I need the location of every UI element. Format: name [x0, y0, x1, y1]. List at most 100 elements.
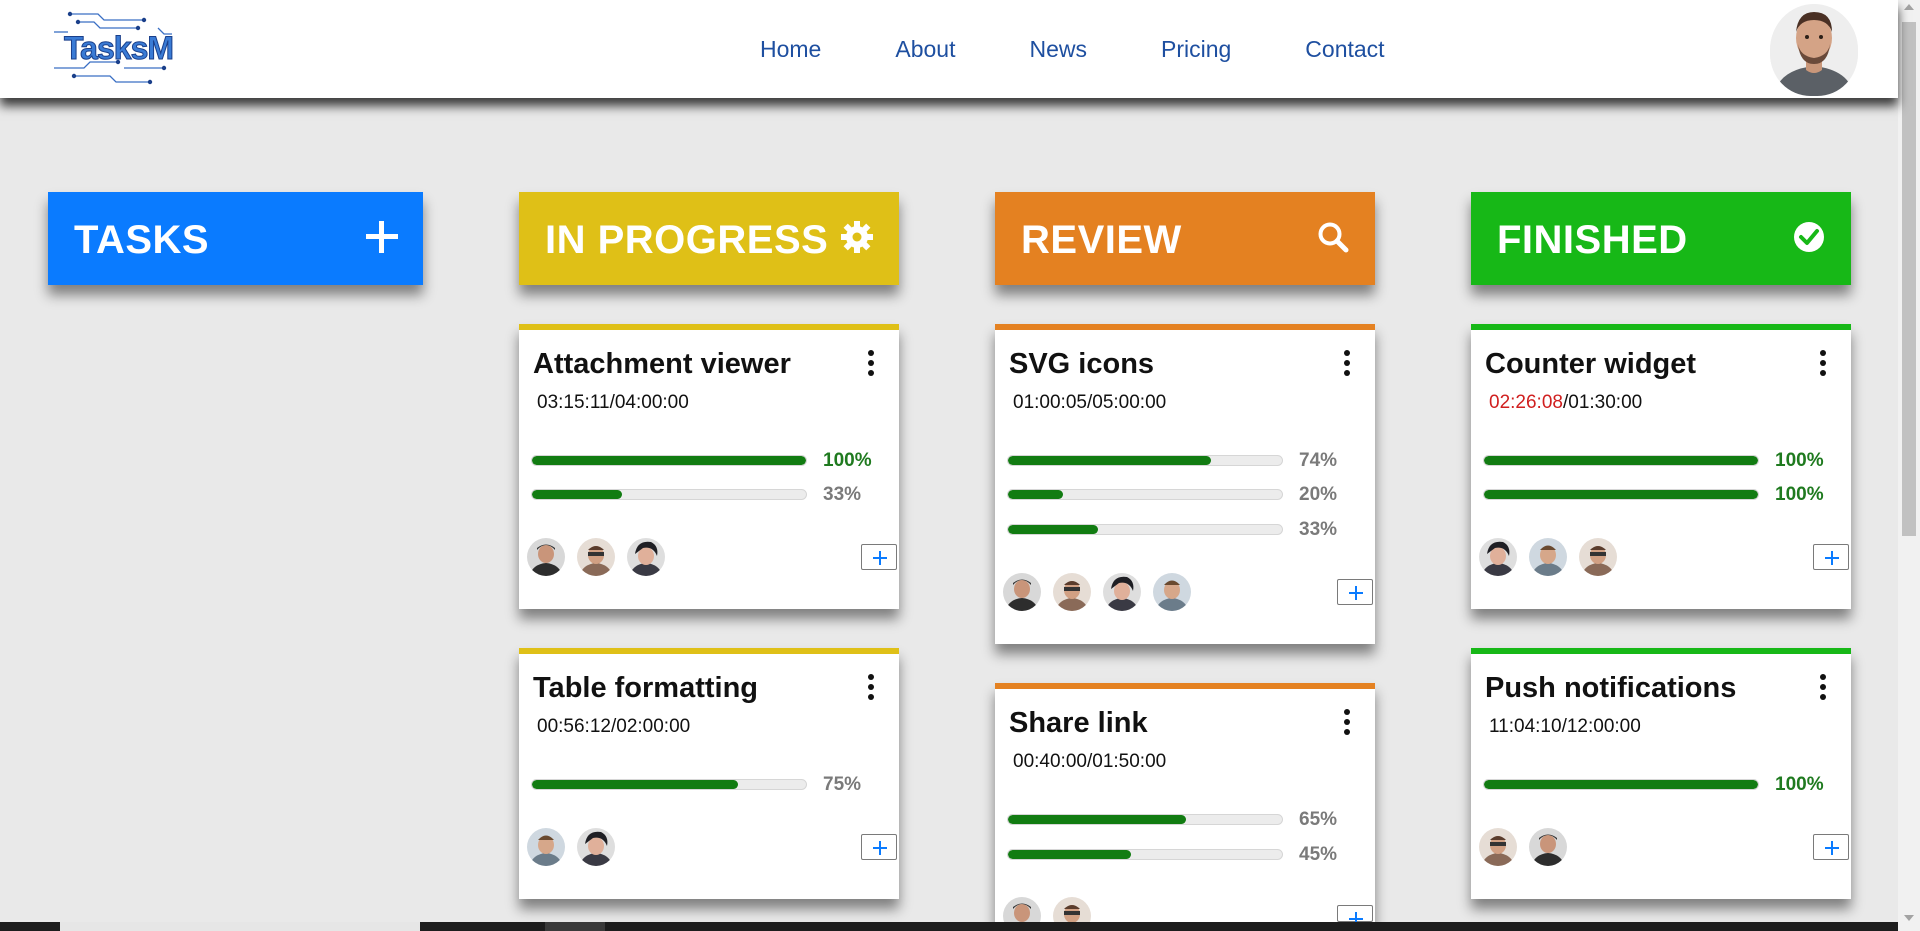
column-header-tasks: TASKS: [48, 192, 423, 285]
card-accent-bar: [519, 648, 899, 654]
assignee-list: [527, 538, 677, 578]
task-card[interactable]: Counter widget 02:26:08/01:30:00 100% 10…: [1471, 324, 1851, 609]
nav-pricing[interactable]: Pricing: [1161, 36, 1231, 63]
vertical-scrollbar[interactable]: [1898, 0, 1920, 931]
card-accent-bar: [995, 683, 1375, 689]
check-circle-icon[interactable]: [1789, 217, 1829, 257]
top-navbar: TasksM Home About News Pricing Contact: [0, 0, 1898, 98]
assignee-avatar[interactable]: [577, 538, 615, 576]
scrollbar-thumb[interactable]: [1902, 22, 1916, 536]
elapsed-time: 01:00:05: [1013, 392, 1087, 413]
card-title: Share link: [1009, 707, 1148, 739]
card-title: Counter widget: [1485, 348, 1697, 380]
nav-contact[interactable]: Contact: [1305, 36, 1384, 63]
more-vertical-icon[interactable]: [1343, 350, 1351, 378]
progress-bar: 100%: [1483, 450, 1847, 471]
add-assignee-button[interactable]: [861, 834, 897, 860]
task-card[interactable]: Push notifications 11:04:10/12:00:00 100…: [1471, 648, 1851, 899]
assignee-list: [527, 828, 627, 868]
add-task-plus-icon[interactable]: [362, 217, 402, 257]
estimate-time: /05:00:00: [1086, 392, 1167, 413]
more-vertical-icon[interactable]: [867, 350, 875, 378]
progress-percent: 100%: [1775, 484, 1824, 505]
progress-percent: 20%: [1299, 484, 1338, 505]
assignee-avatar[interactable]: [1579, 538, 1617, 576]
assignee-list: [1479, 828, 1579, 868]
task-card[interactable]: Table formatting 00:56:12/02:00:00 75%: [519, 648, 899, 899]
card-title: SVG icons: [1009, 348, 1155, 380]
search-icon[interactable]: [1313, 217, 1353, 257]
elapsed-time: 11:04:10: [1489, 716, 1562, 737]
assignee-avatar[interactable]: [1153, 573, 1191, 611]
more-vertical-icon[interactable]: [1819, 350, 1827, 378]
progress-bar: 33%: [531, 484, 895, 505]
elapsed-time: 00:40:00: [1013, 751, 1087, 772]
card-accent-bar: [1471, 648, 1851, 654]
nav-home[interactable]: Home: [760, 36, 821, 63]
more-vertical-icon[interactable]: [1819, 674, 1827, 702]
profile-avatar[interactable]: [1770, 4, 1858, 96]
column-title: FINISHED: [1497, 218, 1688, 262]
add-assignee-button[interactable]: [1813, 834, 1849, 860]
user-portrait-icon: [1770, 4, 1858, 96]
gear-icon[interactable]: [837, 217, 877, 257]
elapsed-time: 00:56:12: [537, 716, 611, 737]
add-assignee-button[interactable]: [1337, 905, 1373, 926]
add-assignee-button[interactable]: [1337, 579, 1373, 605]
card-title: Attachment viewer: [533, 348, 791, 380]
progress-bar: 100%: [1483, 484, 1847, 505]
task-card[interactable]: SVG icons 01:00:05/05:00:00 74% 20% 33%: [995, 324, 1375, 644]
bottom-taskbar-strip: [0, 922, 1898, 931]
progress-bar: 75%: [531, 774, 895, 795]
progress-percent: 33%: [1299, 519, 1338, 540]
scroll-up-icon[interactable]: [1904, 4, 1914, 10]
nav-about[interactable]: About: [895, 36, 955, 63]
assignee-avatar[interactable]: [1103, 573, 1141, 611]
progress-bar: 65%: [1007, 809, 1371, 830]
estimate-time: /04:00:00: [609, 392, 689, 413]
assignee-avatar[interactable]: [527, 828, 565, 866]
card-accent-bar: [1471, 324, 1851, 330]
assignee-avatar[interactable]: [577, 828, 615, 866]
taskbar-item[interactable]: [60, 922, 420, 931]
column-header-in-progress: IN PROGRESS: [519, 192, 899, 285]
card-accent-bar: [995, 324, 1375, 330]
scroll-down-icon[interactable]: [1904, 915, 1914, 921]
progress-bar: 45%: [1007, 844, 1371, 865]
nav-news[interactable]: News: [1029, 36, 1087, 63]
progress-percent: 100%: [1775, 774, 1824, 795]
progress-bar: 33%: [1007, 519, 1371, 540]
logo-text: TasksM: [63, 30, 174, 67]
card-timer: 03:15:11/04:00:00: [537, 392, 689, 414]
more-vertical-icon[interactable]: [1343, 709, 1351, 737]
task-card[interactable]: Share link 00:40:00/01:50:00 65% 45%: [995, 683, 1375, 931]
card-accent-bar: [519, 324, 899, 330]
column-title: REVIEW: [1021, 218, 1182, 262]
assignee-avatar[interactable]: [1003, 573, 1041, 611]
progress-percent: 74%: [1299, 450, 1338, 471]
progress-percent: 100%: [823, 450, 872, 471]
estimate-time: /02:00:00: [610, 716, 691, 737]
assignee-avatar[interactable]: [627, 538, 665, 576]
assignee-avatar[interactable]: [1053, 573, 1091, 611]
assignee-avatar[interactable]: [527, 538, 565, 576]
add-assignee-button[interactable]: [861, 544, 897, 570]
progress-bar: 20%: [1007, 484, 1371, 505]
estimate-time: /12:00:00: [1561, 716, 1641, 737]
add-assignee-button[interactable]: [1813, 544, 1849, 570]
assignee-avatar[interactable]: [1479, 538, 1517, 576]
main-nav: Home About News Pricing Contact: [760, 36, 1385, 63]
logo[interactable]: TasksM: [54, 8, 175, 88]
assignee-avatar[interactable]: [1529, 828, 1567, 866]
assignee-avatar[interactable]: [1479, 828, 1517, 866]
progress-percent: 65%: [1299, 809, 1338, 830]
assignee-avatar[interactable]: [1529, 538, 1567, 576]
task-card[interactable]: Attachment viewer 03:15:11/04:00:00 100%…: [519, 324, 899, 609]
taskbar-item[interactable]: [545, 922, 605, 931]
more-vertical-icon[interactable]: [867, 674, 875, 702]
card-timer: 01:00:05/05:00:00: [1013, 392, 1166, 414]
estimate-time: /01:50:00: [1086, 751, 1167, 772]
column-header-finished: FINISHED: [1471, 192, 1851, 285]
progress-percent: 100%: [1775, 450, 1824, 471]
column-title: TASKS: [74, 218, 210, 262]
